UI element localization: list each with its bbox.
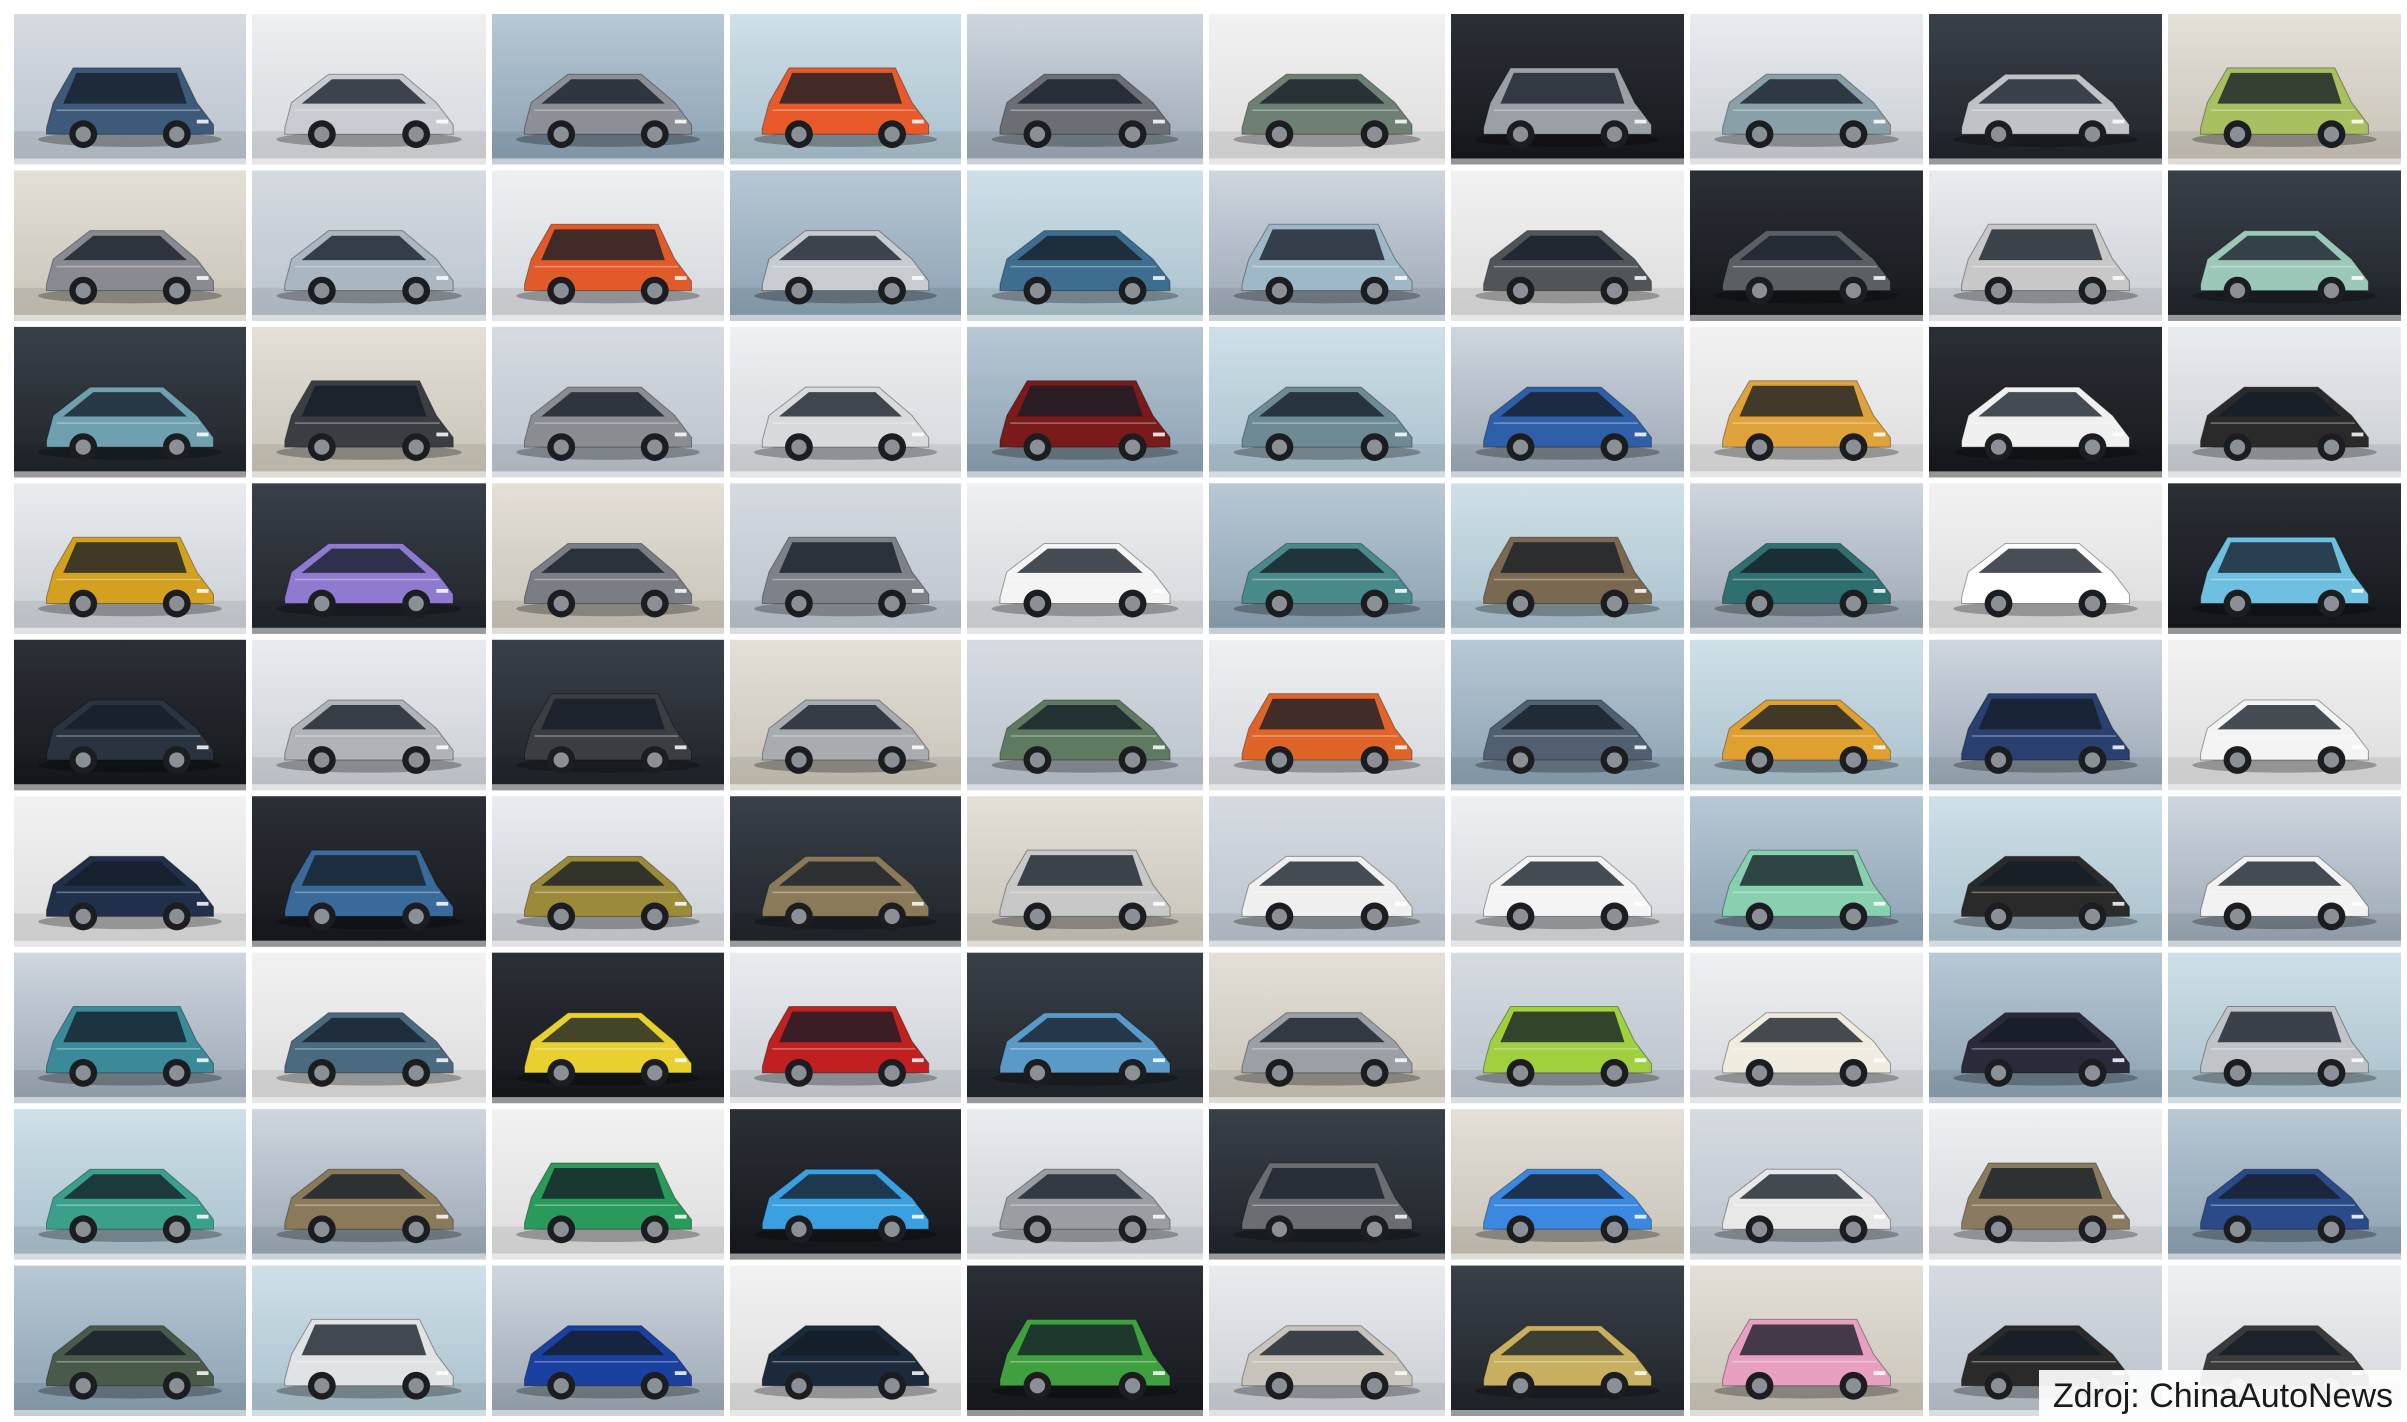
car-photo <box>1209 1109 1445 1260</box>
car-photo <box>1451 326 1684 478</box>
car-photo <box>492 952 724 1104</box>
car-photo <box>1929 1109 2162 1260</box>
car-photo <box>1929 326 2162 478</box>
car-photo <box>1690 1109 1923 1260</box>
car-photo <box>730 14 961 165</box>
car-photo <box>1209 1265 1445 1416</box>
car-photo <box>1451 170 1684 321</box>
car-photo <box>1209 639 1445 791</box>
car-photo <box>14 483 246 634</box>
car-photo <box>1929 796 2162 947</box>
car-photo <box>730 639 961 791</box>
car-photo <box>1690 952 1923 1104</box>
car-photo <box>967 1109 1203 1260</box>
car-photo <box>252 796 486 947</box>
car-photo <box>492 483 724 634</box>
car-photo <box>492 1109 724 1260</box>
car-photo <box>1209 796 1445 947</box>
car-photo <box>1690 326 1923 478</box>
car-photo <box>252 14 486 165</box>
car-photo <box>492 796 724 947</box>
car-photo <box>730 952 961 1104</box>
grid-divider <box>246 0 252 1422</box>
car-photo <box>1929 14 2162 165</box>
car-photo <box>14 326 246 478</box>
car-photo <box>1209 14 1445 165</box>
car-photo <box>730 1109 961 1260</box>
car-photo <box>967 170 1203 321</box>
car-photo <box>2168 1109 2401 1260</box>
car-photo <box>1209 952 1445 1104</box>
car-photo <box>730 326 961 478</box>
car-photo <box>1929 170 2162 321</box>
car-photo <box>2168 483 2401 634</box>
car-photo-collage <box>14 0 2401 1422</box>
car-photo <box>14 170 246 321</box>
car-photo <box>2168 326 2401 478</box>
car-photo <box>1209 483 1445 634</box>
car-photo <box>1451 796 1684 947</box>
car-photo <box>1451 483 1684 634</box>
car-photo <box>14 639 246 791</box>
car-photo <box>730 1265 961 1416</box>
car-photo <box>1929 483 2162 634</box>
car-photo <box>967 952 1203 1104</box>
grid-divider <box>961 0 967 1422</box>
grid-divider <box>1445 0 1451 1422</box>
car-photo <box>1690 14 1923 165</box>
car-photo <box>967 326 1203 478</box>
car-photo <box>1690 483 1923 634</box>
car-photo <box>967 483 1203 634</box>
grid-divider <box>724 0 730 1422</box>
car-photo <box>252 952 486 1104</box>
car-photo <box>1209 326 1445 478</box>
car-photo <box>252 326 486 478</box>
car-photo <box>967 639 1203 791</box>
car-photo <box>730 483 961 634</box>
car-photo <box>492 1265 724 1416</box>
source-credit: Zdroj: ChinaAutoNews <box>2038 1370 2407 1422</box>
car-photo <box>14 1265 246 1416</box>
grid-divider <box>1203 0 1209 1422</box>
car-photo <box>1690 639 1923 791</box>
car-photo <box>14 952 246 1104</box>
car-photo <box>492 170 724 321</box>
car-photo <box>1451 14 1684 165</box>
car-photo <box>492 639 724 791</box>
car-photo <box>1451 639 1684 791</box>
car-photo <box>492 326 724 478</box>
car-photo <box>2168 796 2401 947</box>
car-photo <box>730 170 961 321</box>
car-photo <box>967 1265 1203 1416</box>
car-photo <box>2168 14 2401 165</box>
car-photo <box>1451 1109 1684 1260</box>
car-photo <box>252 483 486 634</box>
car-photo <box>2168 170 2401 321</box>
car-photo <box>2168 952 2401 1104</box>
car-photo <box>252 170 486 321</box>
grid-divider <box>2162 0 2168 1422</box>
car-photo <box>967 796 1203 947</box>
grid-divider <box>1684 0 1690 1422</box>
grid-divider <box>486 0 492 1422</box>
car-photo <box>1929 952 2162 1104</box>
car-photo <box>1451 1265 1684 1416</box>
car-photo <box>1929 639 2162 791</box>
car-photo <box>2168 639 2401 791</box>
car-photo <box>14 1109 246 1260</box>
car-photo <box>252 639 486 791</box>
grid-divider <box>1923 0 1929 1422</box>
car-photo <box>1690 170 1923 321</box>
car-photo <box>492 14 724 165</box>
car-photo <box>1209 170 1445 321</box>
car-photo <box>1451 952 1684 1104</box>
car-photo <box>730 796 961 947</box>
car-photo <box>252 1265 486 1416</box>
car-photo <box>1690 796 1923 947</box>
car-photo <box>252 1109 486 1260</box>
car-photo <box>967 14 1203 165</box>
car-photo <box>14 14 246 165</box>
car-photo <box>1690 1265 1923 1416</box>
car-photo <box>14 796 246 947</box>
